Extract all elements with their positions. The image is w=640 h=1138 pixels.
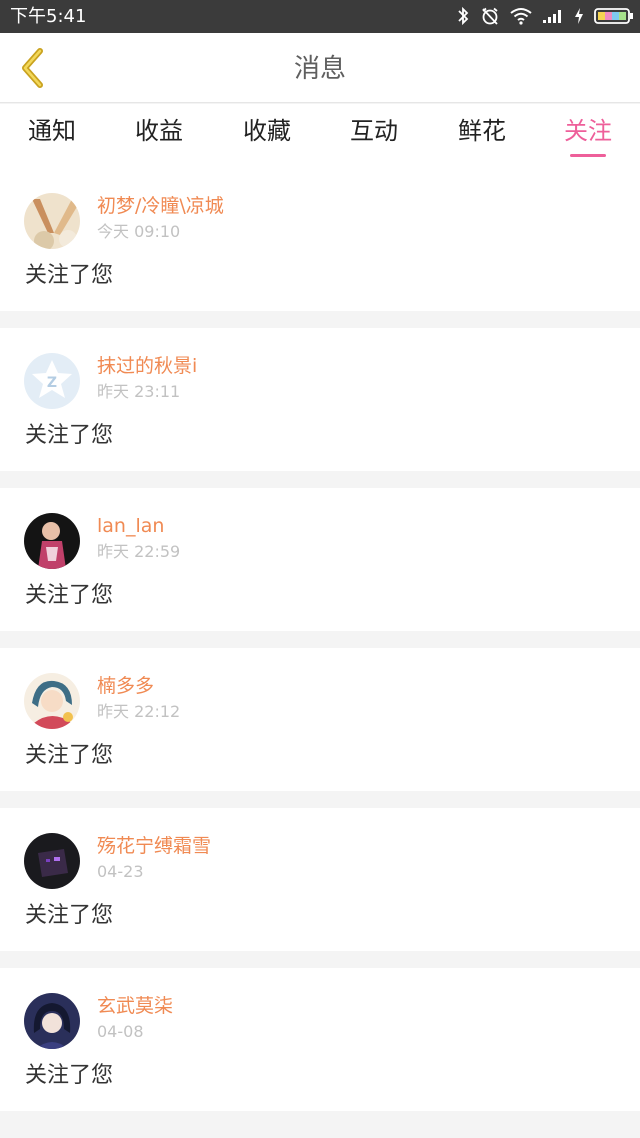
- tab-bar: 通知 收益 收藏 互动 鲜花 关注: [0, 104, 640, 170]
- notification-card[interactable]: Z 抹过的秋景i 昨天 23:11 关注了您: [0, 328, 640, 471]
- username-link[interactable]: 初梦/冷瞳\凉城: [97, 194, 224, 218]
- header-bar: 消息: [0, 33, 640, 103]
- timestamp: 04-23: [97, 862, 144, 881]
- username-link[interactable]: 抹过的秋景i: [97, 354, 197, 378]
- avatar[interactable]: [24, 673, 80, 729]
- notification-card[interactable]: lan_lan 昨天 22:59 关注了您: [0, 488, 640, 631]
- avatar[interactable]: [24, 513, 80, 569]
- bluetooth-icon: [458, 6, 469, 26]
- notification-card[interactable]: 玄武莫柒 04-08 关注了您: [0, 968, 640, 1111]
- timestamp: 04-08: [97, 1022, 144, 1041]
- tab-interactions[interactable]: 互动: [334, 114, 414, 160]
- alarm-off-icon: [482, 7, 498, 25]
- tab-label: 收益: [135, 117, 183, 145]
- message-text: 关注了您: [25, 743, 114, 768]
- timestamp: 今天 09:10: [97, 222, 181, 241]
- status-time: 下午5:41: [10, 6, 87, 27]
- message-text: 关注了您: [25, 1063, 114, 1088]
- active-tab-indicator: [570, 154, 606, 157]
- tab-favorites[interactable]: 收藏: [227, 114, 307, 160]
- tab-flowers[interactable]: 鲜花: [442, 114, 522, 160]
- message-text: 关注了您: [25, 583, 114, 608]
- username-link[interactable]: lan_lan: [97, 514, 164, 538]
- message-text: 关注了您: [25, 423, 114, 448]
- status-bar: 下午5:41: [0, 0, 640, 33]
- notification-card[interactable]: 楠多多 昨天 22:12 关注了您: [0, 648, 640, 791]
- timestamp: 昨天 22:59: [97, 542, 181, 561]
- battery-icon: [594, 8, 633, 24]
- wifi-icon: [510, 8, 532, 25]
- username-link[interactable]: 玄武莫柒: [97, 994, 173, 1018]
- tab-following[interactable]: 关注: [548, 114, 628, 160]
- timestamp: 昨天 22:12: [97, 702, 181, 721]
- timestamp: 昨天 23:11: [97, 382, 181, 401]
- username-link[interactable]: 楠多多: [97, 674, 154, 698]
- signal-icon: [543, 10, 561, 23]
- tab-label: 互动: [350, 117, 398, 145]
- tab-label: 鲜花: [458, 117, 506, 145]
- tab-label: 关注: [564, 117, 612, 145]
- notification-card[interactable]: 殇花宁缚霜雪 04-23 关注了您: [0, 808, 640, 951]
- page-title: 消息: [293, 54, 346, 84]
- message-text: 关注了您: [25, 263, 114, 288]
- tab-label: 通知: [28, 117, 76, 145]
- charging-icon: [575, 8, 583, 24]
- svg-text:Z: Z: [47, 375, 57, 391]
- tab-earnings[interactable]: 收益: [119, 114, 199, 160]
- avatar[interactable]: [24, 993, 80, 1049]
- tab-notifications[interactable]: 通知: [12, 114, 92, 160]
- tab-label: 收藏: [243, 117, 291, 145]
- username-link[interactable]: 殇花宁缚霜雪: [97, 834, 211, 858]
- message-text: 关注了您: [25, 903, 114, 928]
- notification-card[interactable]: 初梦/冷瞳\凉城 今天 09:10 关注了您: [0, 168, 640, 311]
- avatar[interactable]: [24, 833, 80, 889]
- avatar[interactable]: Z: [24, 353, 80, 409]
- status-icons: [456, 4, 634, 28]
- avatar[interactable]: [24, 193, 80, 249]
